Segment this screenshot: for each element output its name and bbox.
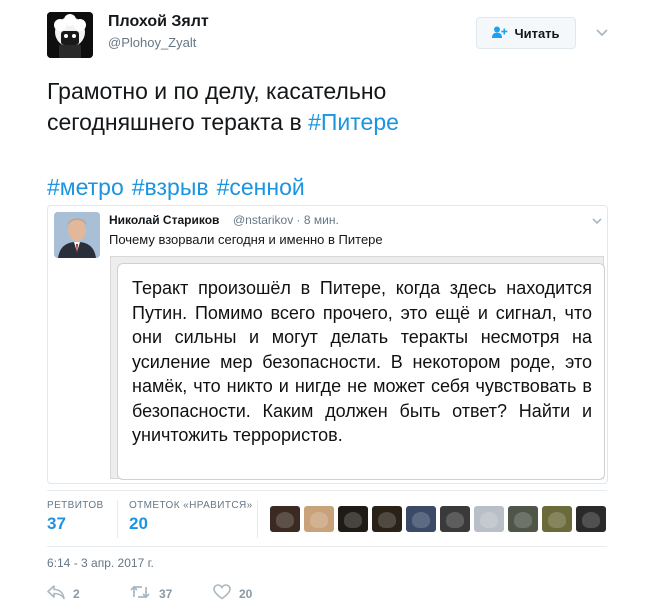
- liker-avatar[interactable]: [508, 506, 538, 532]
- author-avatar[interactable]: [47, 12, 93, 58]
- reply-icon: [47, 584, 65, 603]
- quoted-author-meta: @nstarikov · 8 мин.: [233, 213, 339, 227]
- like-count: 20: [239, 586, 253, 601]
- reply-button[interactable]: 2: [47, 584, 80, 603]
- retweets-label: РЕТВИТОВ: [47, 500, 104, 511]
- liker-avatar[interactable]: [338, 506, 368, 532]
- quoted-author-name[interactable]: Николай Стариков: [109, 213, 219, 227]
- liker-avatar[interactable]: [406, 506, 436, 532]
- divider: [47, 546, 607, 547]
- author-name[interactable]: Плохой Зялт: [108, 13, 209, 31]
- chevron-down-icon[interactable]: [595, 25, 609, 39]
- divider: [117, 500, 118, 538]
- tweet-text-line-2: сегодняшнего теракта в #Питере: [47, 107, 607, 138]
- liker-avatar[interactable]: [474, 506, 504, 532]
- liker-avatar[interactable]: [372, 506, 402, 532]
- image-text-card: Теракт произошёл в Питере, когда здесь н…: [117, 263, 605, 480]
- hashtag-link[interactable]: #взрыв: [132, 174, 209, 200]
- liker-avatar[interactable]: [542, 506, 572, 532]
- tweet-header: Плохой Зялт @Plohoy_Zyalt Читать: [0, 0, 650, 64]
- follow-button[interactable]: Читать: [476, 17, 576, 49]
- liker-avatar[interactable]: [270, 506, 300, 532]
- retweets-count: 37: [47, 514, 66, 533]
- retweet-count: 37: [159, 586, 173, 601]
- reply-count: 2: [73, 586, 80, 601]
- image-text: Теракт произошёл в Питере, когда здесь н…: [132, 278, 592, 445]
- hashtag-link[interactable]: #метро: [47, 174, 124, 200]
- follow-button-label: Читать: [514, 25, 560, 41]
- liker-avatar[interactable]: [576, 506, 606, 532]
- tweet-text: Грамотно и по делу, касательно сегодняшн…: [47, 76, 607, 138]
- retweets-stat[interactable]: РЕТВИТОВ 37: [47, 500, 104, 534]
- liker-avatar[interactable]: [304, 506, 334, 532]
- hashtag-link[interactable]: #сенной: [217, 174, 305, 200]
- retweet-button[interactable]: 37: [129, 584, 172, 603]
- tweet-text-line-2-prefix: сегодняшнего теракта в: [47, 109, 309, 135]
- hashtag-link[interactable]: #Питере: [308, 109, 399, 135]
- quoted-tweet-time[interactable]: 8 мин.: [304, 213, 339, 227]
- tweet-text-line-1: Грамотно и по делу, касательно: [47, 78, 387, 104]
- retweet-icon: [129, 584, 151, 603]
- author-handle[interactable]: @Plohoy_Zyalt: [108, 35, 196, 50]
- quoted-author-handle[interactable]: @nstarikov: [233, 213, 293, 227]
- liker-avatar[interactable]: [440, 506, 470, 532]
- tweet-stats: РЕТВИТОВ 37 ОТМЕТОК «НРАВИТСЯ» 20: [47, 500, 607, 540]
- quoted-author-avatar[interactable]: [54, 212, 100, 258]
- tweet-actions: 2 37 20: [47, 584, 447, 608]
- chevron-down-icon[interactable]: [591, 214, 603, 226]
- like-button[interactable]: 20: [213, 584, 252, 603]
- divider: [257, 500, 258, 538]
- quoted-tweet-image[interactable]: Теракт произошёл в Питере, когда здесь н…: [110, 256, 605, 480]
- likes-label: ОТМЕТОК «НРАВИТСЯ»: [129, 500, 253, 511]
- divider: [47, 490, 607, 491]
- hashtags-line: #метро #взрыв #сенной: [47, 172, 313, 203]
- follow-user-icon: [492, 26, 508, 41]
- tweet-timestamp[interactable]: 6:14 - 3 апр. 2017 г.: [47, 556, 154, 570]
- heart-icon: [213, 584, 231, 603]
- likes-count: 20: [129, 514, 148, 533]
- quoted-tweet[interactable]: Николай Стариков @nstarikov · 8 мин. Поч…: [47, 205, 608, 484]
- likes-stat[interactable]: ОТМЕТОК «НРАВИТСЯ» 20: [129, 500, 253, 534]
- liker-avatars: [270, 506, 606, 532]
- quoted-tweet-text: Почему взорвали сегодня и именно в Питер…: [109, 232, 383, 247]
